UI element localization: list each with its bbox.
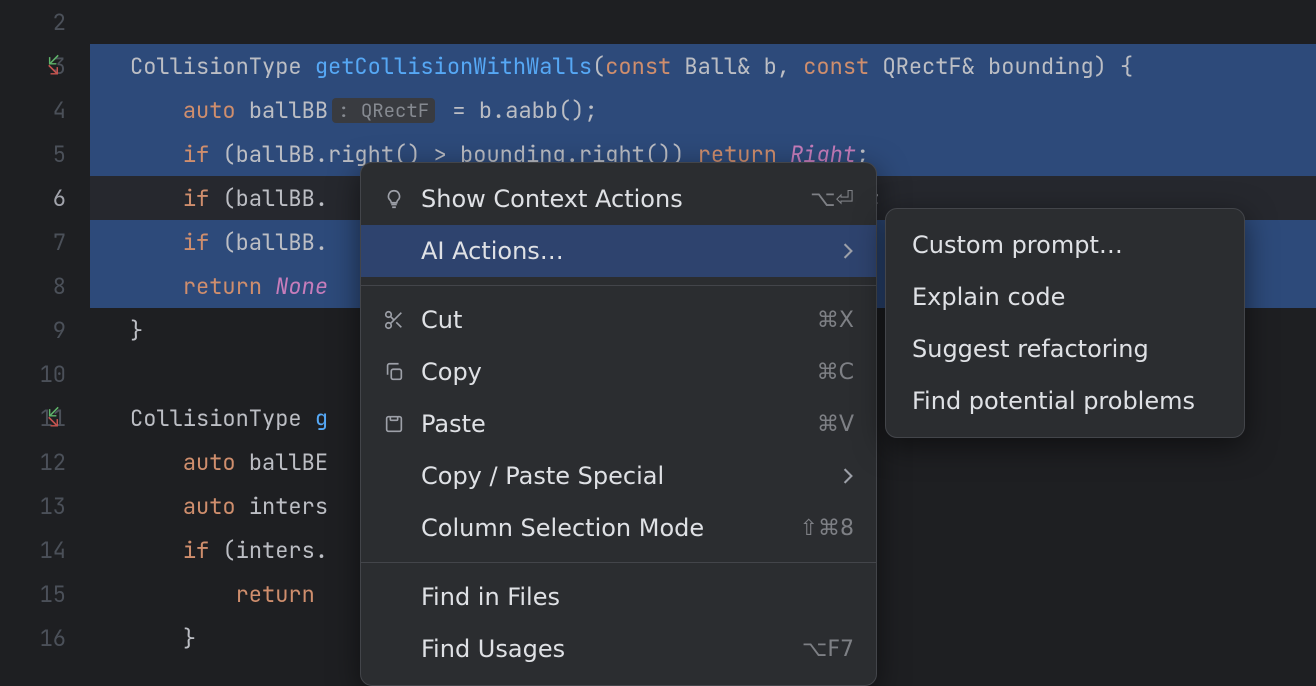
menu-item-copy[interactable]: Copy⌘C [361, 346, 876, 398]
line-number-3[interactable]: 3↙↘ [0, 44, 90, 88]
line-number-11[interactable]: 11↙↘ [0, 396, 90, 440]
menu-shortcut: ⌘X [817, 308, 854, 333]
scissors-icon [383, 309, 415, 331]
menu-shortcut: ⌘C [817, 360, 854, 385]
menu-separator [361, 285, 876, 286]
menu-item-cut[interactable]: Cut⌘X [361, 294, 876, 346]
menu-item-paste[interactable]: Paste⌘V [361, 398, 876, 450]
line-number-12[interactable]: 12 [0, 440, 90, 484]
code-line-3[interactable]: CollisionType getCollisionWithWalls(cons… [90, 44, 1316, 88]
line-number-10[interactable]: 10 [0, 352, 90, 396]
ai-actions-submenu: Custom prompt… Explain code Suggest refact… [885, 208, 1245, 438]
menu-item-label: Find Usages [421, 635, 802, 663]
submenu-item-explain-code[interactable]: Explain code [886, 271, 1244, 323]
line-number-13[interactable]: 13 [0, 484, 90, 528]
submenu-item-label: Suggest refactoring [912, 335, 1218, 363]
menu-item-label: Copy [421, 358, 817, 386]
gutter: 23↙↘4567891011↙↘1213141516 [0, 0, 90, 668]
menu-separator [361, 562, 876, 563]
chevron-right-icon [842, 237, 854, 265]
chevron-right-icon [842, 462, 854, 490]
code-line-2[interactable] [90, 0, 1316, 44]
line-number-9[interactable]: 9 [0, 308, 90, 352]
menu-item-label: Paste [421, 410, 817, 438]
menu-item-find-usages[interactable]: Find Usages⌥F7 [361, 623, 876, 675]
submenu-item-label: Custom prompt… [912, 231, 1218, 259]
copy-icon [383, 361, 415, 383]
menu-shortcut: ⌘V [817, 412, 854, 437]
paste-icon [383, 413, 415, 435]
line-number-5[interactable]: 5 [0, 132, 90, 176]
gutter-marker-icon: ↙↘ [48, 56, 59, 76]
line-number-15[interactable]: 15 [0, 572, 90, 616]
inlay-hint: : QRectF [332, 98, 435, 123]
line-number-16[interactable]: 16 [0, 616, 90, 660]
gutter-marker-icon: ↙↘ [48, 408, 59, 428]
menu-shortcut: ⌥⏎ [810, 187, 854, 212]
submenu-item-custom-prompt[interactable]: Custom prompt… [886, 219, 1244, 271]
line-number-8[interactable]: 8 [0, 264, 90, 308]
submenu-item-find-potential-problems[interactable]: Find potential problems [886, 375, 1244, 427]
menu-item-find-in-files[interactable]: Find in Files [361, 571, 876, 623]
code-line-4[interactable]: auto ballBB: QRectF = b.aabb(); [90, 88, 1316, 132]
menu-item-copy-paste-special[interactable]: Copy / Paste Special [361, 450, 876, 502]
menu-shortcut: ⇧⌘8 [800, 516, 854, 541]
context-menu: Show Context Actions⌥⏎AI Actions…Cut⌘XCo… [360, 162, 877, 686]
line-number-14[interactable]: 14 [0, 528, 90, 572]
line-number-7[interactable]: 7 [0, 220, 90, 264]
line-number-4[interactable]: 4 [0, 88, 90, 132]
menu-item-label: Find in Files [421, 583, 854, 611]
menu-item-label: Copy / Paste Special [421, 462, 842, 490]
submenu-item-label: Find potential problems [912, 387, 1218, 415]
menu-shortcut: ⌥F7 [802, 637, 854, 662]
bulb-icon [383, 188, 415, 210]
menu-item-column-selection-mode[interactable]: Column Selection Mode⇧⌘8 [361, 502, 876, 554]
line-number-2[interactable]: 2 [0, 0, 90, 44]
submenu-item-label: Explain code [912, 283, 1218, 311]
line-number-6[interactable]: 6 [0, 176, 90, 220]
menu-item-ai-actions[interactable]: AI Actions… [361, 225, 876, 277]
menu-item-show-context-actions[interactable]: Show Context Actions⌥⏎ [361, 173, 876, 225]
menu-item-label: Cut [421, 306, 817, 334]
menu-item-label: Show Context Actions [421, 185, 810, 213]
menu-item-label: AI Actions… [421, 237, 842, 265]
submenu-item-suggest-refactoring[interactable]: Suggest refactoring [886, 323, 1244, 375]
menu-item-label: Column Selection Mode [421, 514, 800, 542]
